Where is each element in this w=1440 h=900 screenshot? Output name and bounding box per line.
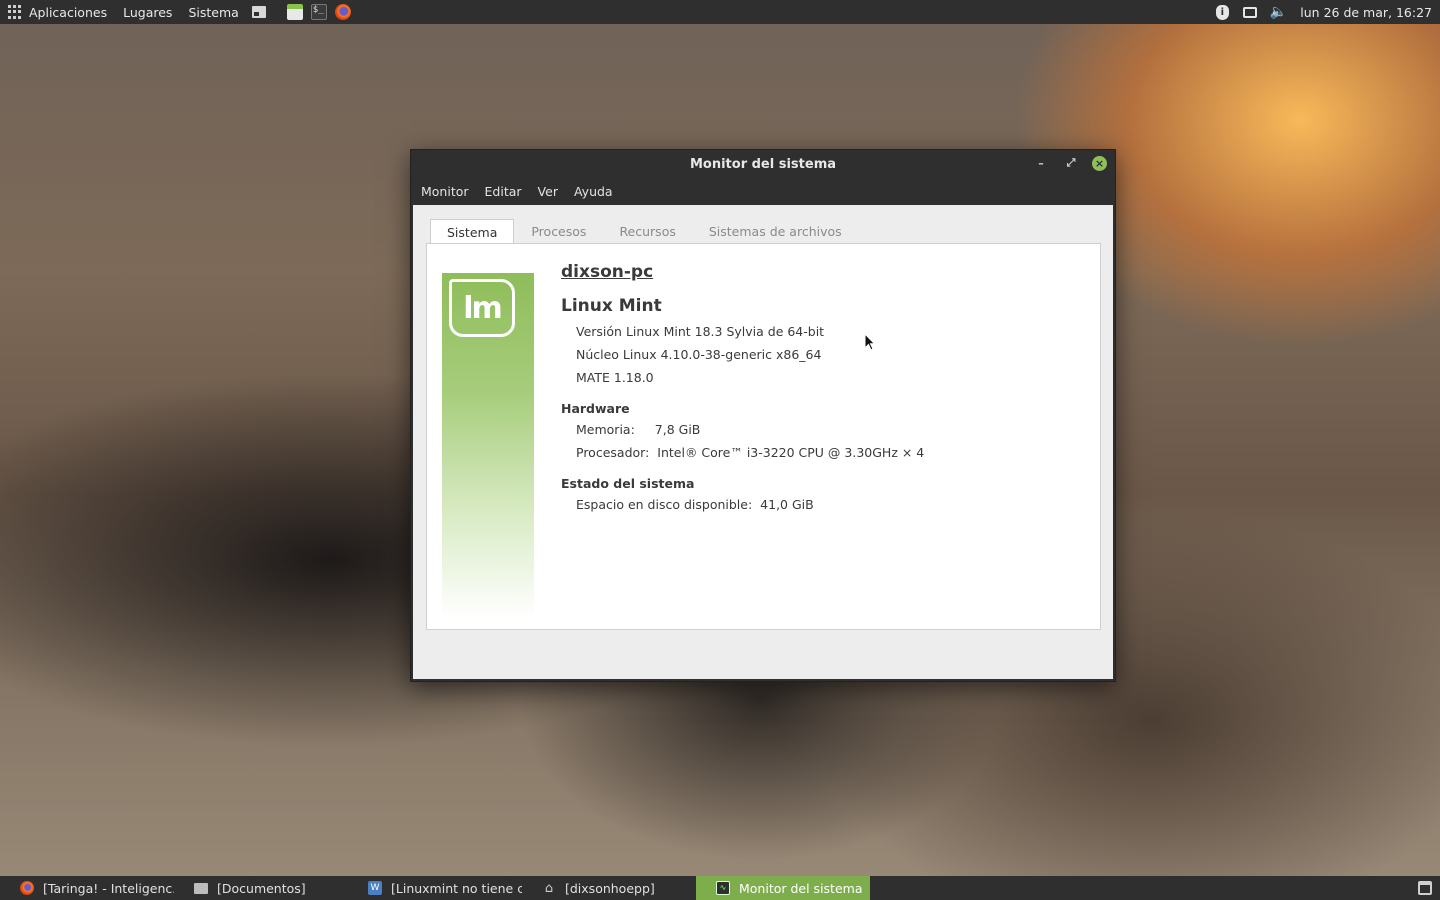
taskbar-item-system-monitor[interactable]: ∿ Monitor del sistema: [696, 876, 870, 900]
maximize-button[interactable]: ⤢: [1062, 154, 1080, 172]
terminal-icon: $_: [310, 4, 327, 20]
system-monitor-window: Monitor del sistema – ⤢ × Monitor Editar…: [410, 149, 1116, 682]
applications-label: Aplicaciones: [29, 4, 108, 20]
hardware-title: Hardware: [561, 401, 630, 416]
linux-mint-logo-icon: lm: [449, 279, 515, 337]
window-title: Monitor del sistema: [689, 156, 837, 172]
top-panel: Aplicaciones Lugares Sistema $_ 🔈 lun 26…: [0, 0, 1440, 24]
bottom-panel: [Taringa! - Inteligenc... [Documentos] W…: [0, 876, 1440, 900]
firefox-launcher[interactable]: [334, 4, 351, 20]
applications-menu[interactable]: Aplicaciones: [0, 0, 115, 24]
taskbar-item-documents[interactable]: [Documentos]: [174, 876, 348, 900]
window-titlebar[interactable]: Monitor del sistema – ⤢ ×: [411, 150, 1115, 178]
system-monitor-icon: ∿: [716, 881, 730, 895]
status-title: Estado del sistema: [561, 476, 695, 491]
network-tray[interactable]: [1242, 4, 1258, 20]
taskbar-item-writer[interactable]: W [Linuxmint no tiene c...: [348, 876, 522, 900]
taskbar-label: [Taringa! - Inteligenc...: [43, 880, 174, 896]
tab-filesystems[interactable]: Sistemas de archivos: [693, 219, 858, 244]
tab-system[interactable]: Sistema: [430, 219, 515, 244]
disk-label: Espacio en disco disponible:: [576, 497, 753, 512]
logo-text: lm: [463, 290, 503, 326]
minimize-button[interactable]: –: [1032, 154, 1050, 172]
taskbar-item-firefox[interactable]: [Taringa! - Inteligenc...: [0, 876, 174, 900]
window-content: Sistema Procesos Recursos Sistemas de ar…: [413, 205, 1113, 679]
firefox-icon: [20, 881, 34, 895]
desktop-icon: [251, 6, 266, 18]
menubar: Monitor Editar Ver Ayuda: [411, 178, 1115, 204]
menu-edit[interactable]: Editar: [477, 184, 530, 199]
writer-icon: W: [368, 881, 382, 895]
terminal-launcher[interactable]: $_: [310, 4, 327, 20]
cpu-label: Procesador:: [576, 445, 650, 460]
menu-monitor[interactable]: Monitor: [413, 184, 477, 199]
show-desktop-icon[interactable]: [1418, 881, 1432, 895]
system-info-panel: lm dixson-pc Linux Mint Versión Linux Mi…: [426, 243, 1101, 630]
show-desktop-launcher[interactable]: [251, 4, 267, 20]
home-icon: ⌂: [544, 880, 554, 896]
taskbar-label: Monitor del sistema: [739, 880, 863, 896]
tab-resources[interactable]: Recursos: [603, 219, 691, 244]
taskbar-label: [Linuxmint no tiene c...: [391, 880, 522, 896]
tab-processes[interactable]: Procesos: [515, 219, 602, 244]
update-manager-tray[interactable]: [1214, 4, 1230, 20]
volume-tray[interactable]: 🔈: [1269, 4, 1287, 20]
desktop-line: MATE 1.18.0: [576, 370, 654, 385]
file-manager-icon: [286, 4, 303, 20]
disk-line: Espacio en disco disponible: 41,0 GiB: [576, 493, 924, 516]
network-icon: [1243, 6, 1258, 18]
distro-name: Linux Mint: [561, 296, 662, 316]
logo-strip: lm: [442, 273, 534, 618]
memory-value: 7,8 GiB: [654, 422, 701, 437]
system-menu[interactable]: Sistema: [180, 0, 246, 24]
disk-value: 41,0 GiB: [760, 497, 814, 512]
menu-help[interactable]: Ayuda: [566, 184, 621, 199]
cpu-value: Intel® Core™ i3-3220 CPU @ 3.30GHz × 4: [657, 445, 925, 460]
system-info: dixson-pc Linux Mint Versión Linux Mint …: [561, 262, 924, 516]
clock[interactable]: lun 26 de mar, 16:27: [1300, 5, 1432, 20]
taskbar-label: [dixsonhoepp]: [565, 880, 655, 896]
apps-grid-icon: [8, 5, 22, 19]
tab-bar: Sistema Procesos Recursos Sistemas de ar…: [430, 219, 859, 244]
files-launcher[interactable]: [286, 4, 303, 20]
hostname: dixson-pc: [561, 262, 654, 282]
close-button[interactable]: ×: [1092, 155, 1107, 171]
cpu-line: Procesador: Intel® Core™ i3-3220 CPU @ 3…: [576, 441, 924, 464]
folder-icon: [194, 882, 208, 894]
firefox-icon: [334, 4, 351, 20]
taskbar-label: [Documentos]: [217, 880, 306, 896]
speaker-icon: 🔈: [1269, 4, 1287, 20]
menu-view[interactable]: Ver: [530, 184, 566, 199]
mouse-cursor-icon: [864, 333, 875, 351]
taskbar-item-home[interactable]: ⌂ [dixsonhoepp]: [522, 876, 696, 900]
places-menu[interactable]: Lugares: [115, 0, 180, 24]
memory-line: Memoria: 7,8 GiB: [576, 418, 924, 441]
memory-label: Memoria:: [576, 422, 635, 437]
shield-icon: [1215, 4, 1229, 20]
